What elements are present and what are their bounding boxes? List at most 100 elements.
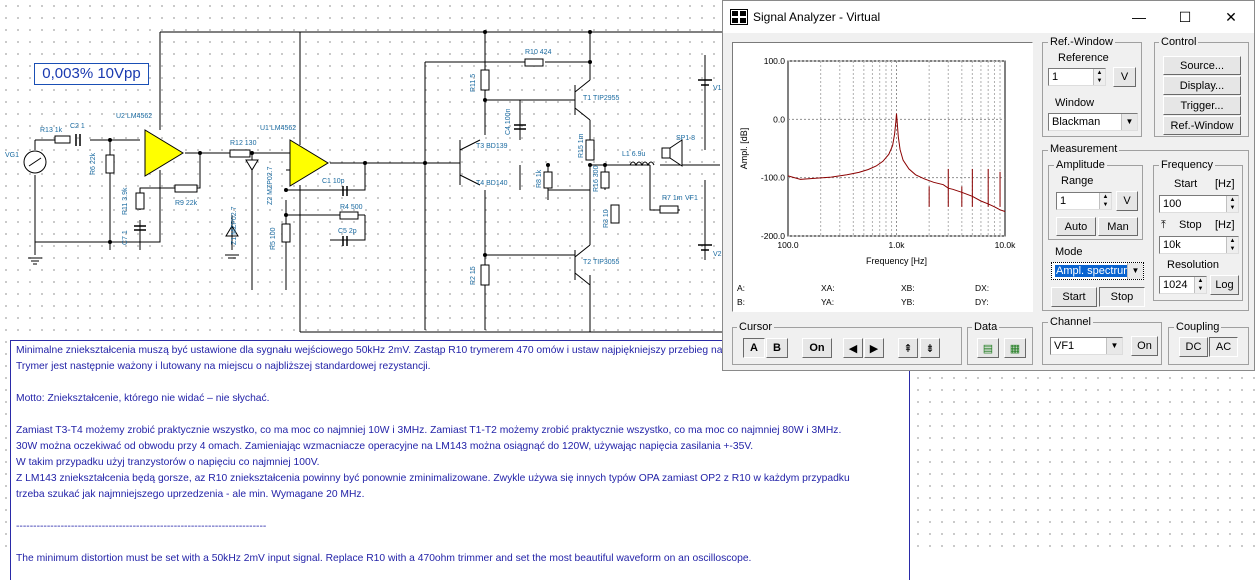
label-r8: R8 1k xyxy=(536,169,543,188)
note-line xyxy=(16,407,904,423)
title-bar[interactable]: Signal Analyzer - Virtual — ☐ ✕ xyxy=(723,1,1254,33)
note-line: Motto: Zniekształcenie, którego nie wida… xyxy=(16,393,270,404)
mode-select[interactable]: Ampl. spectrum ▼ xyxy=(1051,262,1144,280)
start-button[interactable]: Start xyxy=(1051,287,1097,307)
label-r12: R12 130 xyxy=(230,140,257,147)
arrow-down-peak-icon: ⇟ xyxy=(925,342,935,355)
label-r6: R6 22k xyxy=(90,152,97,175)
analyzer-app-icon xyxy=(730,9,748,25)
cursor-title: Cursor xyxy=(737,321,775,334)
label-r10: R10 424 xyxy=(525,49,552,56)
label-t3: T3 BD139 xyxy=(476,143,508,150)
signal-analyzer-window[interactable]: Signal Analyzer - Virtual — ☐ ✕ 100.0 0.0… xyxy=(722,0,1255,371)
label-r11: R11 3.9k xyxy=(122,187,129,215)
coupling-ac-button[interactable]: AC xyxy=(1209,337,1238,357)
note-line: Zamiast T3-T4 możemy zrobić praktycznie … xyxy=(16,425,842,436)
label-vf1: VF1 xyxy=(685,195,698,202)
cursor-readout-xa: XA: xyxy=(821,283,835,293)
reference-input[interactable]: 1 ▲ ▼ xyxy=(1048,68,1106,86)
note-line: The minimum distortion must be set with … xyxy=(16,553,752,564)
range-unit-button[interactable]: V xyxy=(1116,191,1138,211)
spectrum-plot-panel[interactable]: 100.0 0.0 -100.0 -200.0 100.0 1.0k 10.0k Freque… xyxy=(732,42,1033,312)
label-r13: R13 1k xyxy=(40,127,63,134)
note-line: 30W można oczekiwać od obwodu przy 4 oma… xyxy=(16,441,754,452)
spectrum-chart[interactable]: 100.00.0-100.0-200.0100.0 1.0k 10.0kFreque… xyxy=(733,43,1032,311)
label-c1: C1 10p xyxy=(322,178,345,185)
trigger-button[interactable]: Trigger... xyxy=(1163,96,1241,115)
label-r7: R7 1m xyxy=(662,195,683,202)
minimize-button[interactable]: — xyxy=(1116,1,1162,33)
source-button[interactable]: Source... xyxy=(1163,56,1241,75)
text-note-box[interactable]: Minimalne zniekształcenia muszą być usta… xyxy=(10,340,910,580)
coupling-title: Coupling xyxy=(1174,321,1222,334)
x-tick-label: 1.0k xyxy=(888,240,905,250)
label-r4: R4 500 xyxy=(340,204,363,211)
cursor-a-button[interactable]: A xyxy=(743,338,765,358)
label-v1: V1 xyxy=(713,85,722,92)
distortion-readout: 0,003% 10Vpp xyxy=(34,63,149,85)
label-r11b: R11 5 xyxy=(470,74,477,92)
note-line xyxy=(16,375,904,391)
label-u2: U2 LM4562 xyxy=(116,113,152,120)
save-chart-icon: ▦ xyxy=(1009,342,1021,355)
label-t1: T1 TIP2955 xyxy=(583,95,620,102)
window-label: Window xyxy=(1053,97,1097,110)
window-select[interactable]: Blackman ▼ xyxy=(1048,113,1138,131)
cursor-on-button[interactable]: On xyxy=(802,338,832,358)
label-r16: R16 300 xyxy=(593,165,600,192)
channel-on-button[interactable]: On xyxy=(1131,336,1158,356)
freq-start-input[interactable]: 100 ▲ ▼ xyxy=(1159,195,1239,213)
close-button[interactable]: ✕ xyxy=(1208,1,1254,33)
label-t4: T4 BD140 xyxy=(476,180,508,187)
cursor-left-button[interactable]: ◀ xyxy=(843,338,863,358)
freq-stop-label: Stop xyxy=(1177,219,1204,232)
freq-stop-unit: [Hz] xyxy=(1213,219,1237,232)
man-button[interactable]: Man xyxy=(1098,217,1138,236)
cursor-readout-yb: YB: xyxy=(901,297,915,307)
label-l1: L1 6.9u xyxy=(622,151,645,158)
reference-unit-button[interactable]: V xyxy=(1113,67,1136,87)
data-save-button[interactable]: ▦ xyxy=(1004,338,1026,358)
freq-stop-input[interactable]: 10k ▲ ▼ xyxy=(1159,236,1239,254)
label-r5: R5 100 xyxy=(270,227,277,250)
label-sp1: SP1 8 xyxy=(676,135,695,142)
channel-select[interactable]: VF1 ▼ xyxy=(1050,337,1123,355)
note-line xyxy=(16,535,904,551)
cursor-up-button[interactable]: ⇞ xyxy=(898,338,918,358)
label-r2: R2 15 xyxy=(470,266,477,285)
label-r3: R3 10 xyxy=(603,209,610,228)
control-title: Control xyxy=(1159,36,1199,49)
y-tick-label: 100.0 xyxy=(764,56,786,66)
coupling-dc-button[interactable]: DC xyxy=(1179,337,1208,357)
range-input[interactable]: 1 ▲ ▼ xyxy=(1056,192,1112,210)
x-axis-label: Frequency [Hz] xyxy=(866,256,927,266)
reference-label: Reference xyxy=(1056,52,1111,65)
ref-window-button[interactable]: Ref.-Window xyxy=(1163,116,1241,135)
label-c5: C5 2p xyxy=(338,228,357,235)
auto-button[interactable]: Auto xyxy=(1056,217,1096,236)
chevron-down-icon: ▼ xyxy=(1106,338,1122,354)
cursor-readout-dy: DY: xyxy=(975,297,989,307)
cursor-readout-b: B: xyxy=(737,297,745,307)
data-export-button[interactable]: ▤ xyxy=(977,338,999,358)
cursor-right-button[interactable]: ▶ xyxy=(864,338,884,358)
cursor-readout-xb: XB: xyxy=(901,283,915,293)
resolution-label: Resolution xyxy=(1165,259,1221,272)
y-tick-label: -100.0 xyxy=(761,173,785,183)
cursor-readout-a: A: xyxy=(737,283,745,293)
label-u1: U1 LM4562 xyxy=(260,125,296,132)
display-button[interactable]: Display... xyxy=(1163,76,1241,95)
y-axis-label: Ampl. [dB] xyxy=(739,128,749,170)
label-vg1: VG1 xyxy=(5,152,19,159)
resolution-input[interactable]: 1024 ▲ ▼ xyxy=(1159,276,1207,294)
maximize-button[interactable]: ☐ xyxy=(1162,1,1208,33)
cursor-down-button[interactable]: ⇟ xyxy=(920,338,940,358)
log-button[interactable]: Log xyxy=(1210,275,1239,295)
label-c7: C7 1 xyxy=(122,230,129,245)
label-c4: C4 100n xyxy=(505,108,512,135)
y-tick-label: 0.0 xyxy=(773,114,785,124)
stop-button[interactable]: Stop xyxy=(1099,287,1145,307)
cursor-b-button[interactable]: B xyxy=(766,338,788,358)
freq-start-label: Start xyxy=(1172,178,1200,191)
data-title: Data xyxy=(972,321,1000,334)
